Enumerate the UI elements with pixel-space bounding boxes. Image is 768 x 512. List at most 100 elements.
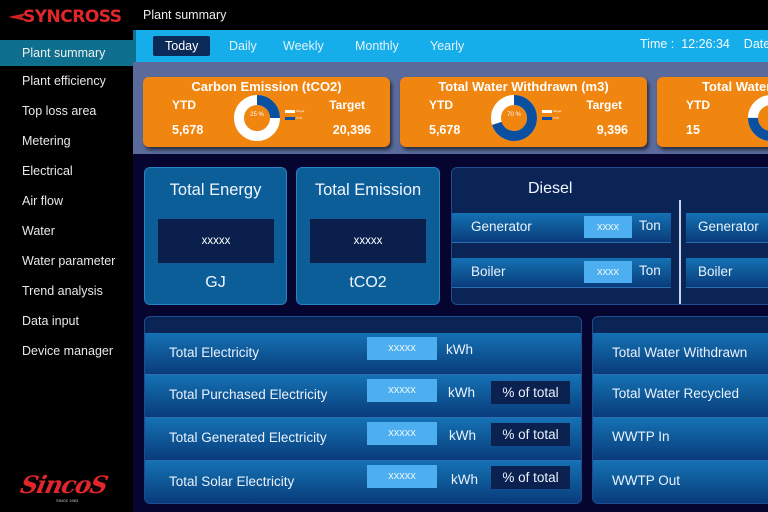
card-unit: tCO2 xyxy=(349,274,387,291)
donut-legend: Target YTD xyxy=(285,109,304,123)
electricity-row-generated: Total Generated Electricity xxxxx kWh % … xyxy=(145,418,581,461)
row-label: Generator xyxy=(471,219,532,234)
total-electricity-value: xxxxx xyxy=(367,337,437,360)
donut-percent-label: 70 % xyxy=(507,112,521,118)
kpi-card-total-water[interactable]: Total Water YTD 15 75 xyxy=(657,77,768,147)
panel-divider xyxy=(679,200,681,304)
diesel-panel: Diesel Generator xxxx Ton Boiler xxxx To… xyxy=(451,167,768,305)
row-unit: kWh xyxy=(448,385,475,400)
row-unit: Ton xyxy=(639,218,661,233)
tab-daily[interactable]: Daily xyxy=(229,36,257,56)
sincos-logo: SincoS SINCE 1963 xyxy=(18,470,123,506)
electricity-row-solar: Total Solar Electricity xxxxx kWh % of t… xyxy=(145,461,581,503)
kpi-title: Total Water Withdrawn (m3) xyxy=(438,79,609,94)
water-row-withdrawn: Total Water Withdrawn xyxy=(593,333,768,375)
time-value: 12:26:34 xyxy=(681,37,730,51)
row-label: Total Generated Electricity xyxy=(169,430,327,445)
ytd-label: YTD xyxy=(172,98,196,112)
water-row-wwtp-out: WWTP Out xyxy=(593,461,768,503)
legend-swatch-target xyxy=(542,109,552,113)
row-label: Boiler xyxy=(471,264,506,279)
sidebar-item-plant-efficiency[interactable]: Plant efficiency xyxy=(0,68,133,98)
kpi-strip: Carbon Emission (tCO2) YTD 5,678 25 % Ta… xyxy=(133,62,768,154)
panel-title: Diesel xyxy=(528,180,573,197)
total-emission-value: xxxxx xyxy=(310,219,426,263)
total-energy-card: Total Energy xxxxx GJ xyxy=(144,167,287,305)
row-label: Generator xyxy=(698,219,759,234)
syncross-logo: SYNCROSS xyxy=(8,6,126,28)
legend-swatch-ytd xyxy=(542,116,552,120)
electricity-row-total: Total Electricity xxxxx kWh xyxy=(145,333,581,375)
donut-chart xyxy=(748,95,768,141)
card-title: Total Energy xyxy=(169,181,262,199)
generated-electricity-value: xxxxx xyxy=(367,422,437,445)
row-unit: kWh xyxy=(446,342,473,357)
sidebar-item-water-parameter[interactable]: Water parameter xyxy=(0,248,133,278)
boiler-value: xxxx xyxy=(584,261,632,283)
sincos-tagline: SINCE 1963 xyxy=(56,498,79,503)
sidebar-item-plant-summary[interactable]: Plant summary xyxy=(0,40,133,66)
syncross-logo-text: SYNCROSS xyxy=(23,7,122,27)
kpi-card-carbon-emission[interactable]: Carbon Emission (tCO2) YTD 5,678 25 % Ta… xyxy=(143,77,390,147)
time-label: Time : xyxy=(640,37,675,51)
row-label: Total Water Withdrawn xyxy=(612,345,748,360)
ytd-label: YTD xyxy=(429,98,453,112)
sidebar-item-device-manager[interactable]: Device manager xyxy=(0,338,133,368)
row-label: Total Solar Electricity xyxy=(169,474,295,489)
row-unit: kWh xyxy=(451,472,478,487)
row-label: Total Electricity xyxy=(169,345,260,360)
sidebar-item-data-input[interactable]: Data input xyxy=(0,308,133,338)
percent-of-total: % of total xyxy=(491,423,570,446)
water-panel: Total Water Withdrawn Total Water Recycl… xyxy=(592,316,768,504)
tab-monthly[interactable]: Monthly xyxy=(355,36,399,56)
total-emission-card: Total Emission xxxxx tCO2 xyxy=(296,167,440,305)
ytd-value: 5,678 xyxy=(172,123,204,137)
tab-yearly[interactable]: Yearly xyxy=(430,36,464,56)
sidebar-item-top-loss-area[interactable]: Top loss area xyxy=(0,98,133,128)
target-value: 9,396 xyxy=(596,123,628,137)
row-label: WWTP In xyxy=(612,429,670,444)
sidebar-nav: Plant summary Plant efficiency Top loss … xyxy=(0,40,133,368)
legend-ytd: YTD xyxy=(553,116,559,120)
row-label: Total Purchased Electricity xyxy=(169,387,328,402)
target-label: Target xyxy=(329,98,365,112)
legend-swatch-ytd xyxy=(285,116,295,120)
ytd-value: 15 xyxy=(686,123,700,137)
water-row-recycled: Total Water Recycled xyxy=(593,375,768,418)
row-label: WWTP Out xyxy=(612,473,681,488)
page-title: Plant summary xyxy=(143,8,227,22)
donut-percent-label: 75 xyxy=(747,112,768,118)
legend-swatch-target xyxy=(285,109,295,113)
legend-ytd: YTD xyxy=(296,116,302,120)
sidebar-item-metering[interactable]: Metering xyxy=(0,128,133,158)
electricity-row-purchased: Total Purchased Electricity xxxxx kWh % … xyxy=(145,375,581,418)
sidebar-item-water[interactable]: Water xyxy=(0,218,133,248)
sidebar-item-trend-analysis[interactable]: Trend analysis xyxy=(0,278,133,308)
right-row-generator: Generator xyxy=(686,213,768,243)
sidebar-item-electrical[interactable]: Electrical xyxy=(0,158,133,188)
purchased-electricity-value: xxxxx xyxy=(367,379,437,402)
legend-target: Target xyxy=(296,109,305,113)
donut-chart xyxy=(234,95,280,141)
row-label: Boiler xyxy=(698,264,733,279)
ytd-value: 5,678 xyxy=(429,123,461,137)
sidebar-item-air-flow[interactable]: Air flow xyxy=(0,188,133,218)
target-value: 20,396 xyxy=(332,123,371,137)
kpi-title: Carbon Emission (tCO2) xyxy=(191,79,342,94)
legend-target: Target xyxy=(553,109,562,113)
water-row-wwtp-in: WWTP In xyxy=(593,418,768,461)
sidebar: SYNCROSS Plant summary Plant efficiency … xyxy=(0,0,133,512)
datetime-readout: Time : 12:26:34 Date: xyxy=(640,37,768,51)
tab-weekly[interactable]: Weekly xyxy=(283,36,324,56)
electricity-panel: Total Electricity xxxxx kWh Total Purcha… xyxy=(144,316,582,504)
card-title: Total Emission xyxy=(314,181,422,199)
solar-electricity-value: xxxxx xyxy=(367,465,437,488)
card-unit: GJ xyxy=(205,274,226,291)
period-tab-bar: Today Daily Weekly Monthly Yearly Time :… xyxy=(133,30,768,62)
diesel-row-generator: Generator xxxx Ton xyxy=(452,213,671,243)
kpi-card-water-withdrawn[interactable]: Total Water Withdrawn (m3) YTD 5,678 70 … xyxy=(400,77,647,147)
kpi-title: Total Water xyxy=(702,79,768,94)
percent-of-total: % of total xyxy=(491,466,570,489)
row-unit: Ton xyxy=(639,263,661,278)
tab-today[interactable]: Today xyxy=(153,36,211,56)
